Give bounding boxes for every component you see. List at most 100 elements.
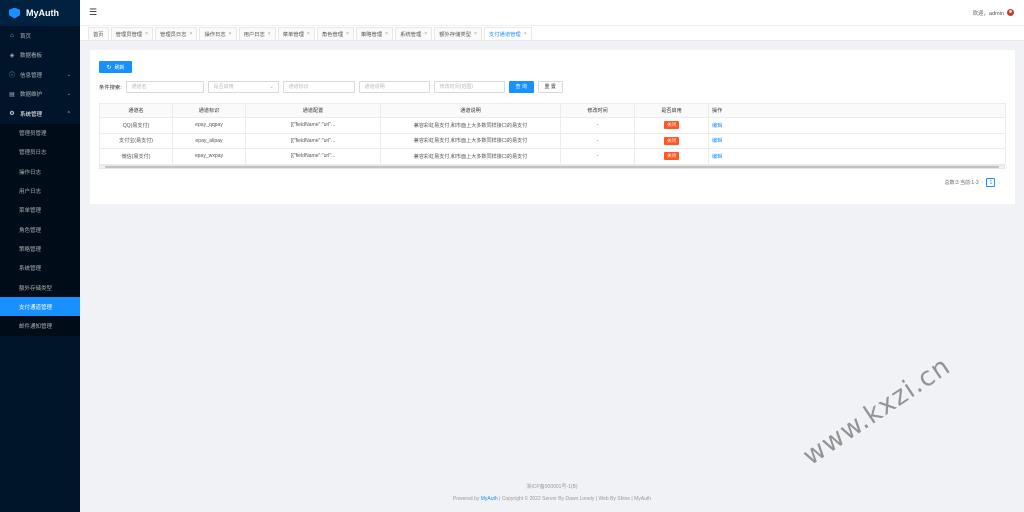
tab-label: 支付通道管理 [488,32,521,38]
column-header[interactable]: 通道配置 [245,103,381,118]
tab-menu[interactable]: 菜单管理 × [277,27,315,40]
scrollbar-thumb[interactable] [105,166,999,168]
sidebar-subitem-storage[interactable]: 额外存储类型 [0,278,80,297]
user-menu[interactable]: 欢迎，admin [973,9,1014,17]
tab-policy[interactable]: 策略管理 × [355,27,394,40]
close-icon[interactable]: × [424,31,427,37]
tab-label: 用户日志 [243,32,265,38]
tab-storage[interactable]: 额外存储类型 × [434,27,482,40]
column-header[interactable]: 通道标识 [172,103,246,118]
tab-label: 菜单管理 [282,32,304,38]
filter-label: 条件搜索: [99,84,122,91]
sidebar-item-data[interactable]: ▤ 数据维护 ⌄ [0,85,80,105]
enabled-select[interactable]: 是否启用 ⌄ [207,80,279,93]
status-toggle[interactable]: 关闭 [664,136,679,145]
sidebar-item-info[interactable]: ⓘ 信息管理 ⌄ [0,65,80,85]
home-icon: ⌂ [10,32,14,39]
sidebar-subitem-user-log[interactable]: 用户日志 [0,181,80,200]
channel-desc-input[interactable]: 通道说明 [358,80,430,93]
tab-system[interactable]: 系统管理 × [395,27,433,40]
tab-operation-log[interactable]: 操作日志 × [199,27,237,40]
cell-desc: 兼容彩虹易支付,和市面上大多数同样接口的易支付 [380,117,561,134]
table-horizontal-scrollbar[interactable] [99,165,1005,169]
tab-bar: 首页 管理员管理 × 管理员日志 × 操作日志 × 用户日志 × 菜单管理 × 角色管理 ×… [80,26,1024,41]
edit-link[interactable]: 编辑 [712,154,722,160]
tab-role[interactable]: 角色管理 × [316,27,354,40]
powered-suffix: | Copyright © 2022 Server By Dawn.Lonely… [497,496,652,502]
column-header[interactable]: 是否启用 [634,103,709,118]
tab-payment[interactable]: 支付通道管理 × [483,27,532,40]
pagination-summary: 总数:3 当前:1-3 [944,180,979,186]
sidebar-item-home[interactable]: ⌂ 首页 [0,26,80,46]
close-icon[interactable]: × [190,31,193,37]
sidebar-menu: ⌂ 首页 ◈ 数据看板 ⓘ 信息管理 ⌄ ▤ 数据维护 ⌄ ⚙ 系统管理 ⌃ [0,26,80,124]
sidebar-subitem-policy[interactable]: 策略管理 [0,239,80,258]
next-page-icon[interactable]: › [998,180,1000,186]
cell-config: [{"fieldName":"url"... [245,148,381,165]
sidebar-subitem-system[interactable]: 系统管理 [0,259,80,278]
time-range-input[interactable]: 修改时间(范围) [433,80,505,93]
icp-link[interactable]: 浙ICP备000001号-1(B) [80,481,1024,493]
refresh-button[interactable]: ↻ 刷新 [99,61,132,73]
page-number-button[interactable]: 1 [986,178,996,187]
chevron-down-icon: ⌄ [66,71,71,78]
column-header[interactable]: 通道名 [99,103,173,118]
close-icon[interactable]: × [307,31,310,37]
filter-bar: 条件搜索: 通道名 是否启用 ⌄ 通道标识 通道说明 修改时间(范围) 查 询 重… [99,80,563,93]
chevron-up-icon: ⌃ [66,110,71,117]
tab-user-log[interactable]: 用户日志 × [238,27,276,40]
avatar[interactable] [1007,9,1014,16]
sidebar-subitem-menu[interactable]: 菜单管理 [0,201,80,220]
close-icon[interactable]: × [145,31,148,37]
close-icon[interactable]: × [229,31,232,37]
column-header[interactable]: 通道说明 [380,103,561,118]
search-button[interactable]: 查 询 [508,80,534,93]
tab-label: 额外存储类型 [439,32,471,38]
close-icon[interactable]: × [346,31,349,37]
close-icon[interactable]: × [474,31,477,37]
close-icon[interactable]: × [385,31,388,37]
sidebar-item-system[interactable]: ⚙ 系统管理 ⌃ [0,104,80,124]
watermark: www.kxzi.cn [797,351,957,472]
sidebar: MyAuth ⌂ 首页 ◈ 数据看板 ⓘ 信息管理 ⌄ ▤ 数据维护 ⌄ ⚙ 系统管理 ⌃ 管理… [0,0,80,512]
column-header[interactable]: 修改时间 [560,103,635,118]
sidebar-item-label: 系统管理 [20,111,43,118]
cell-id: epay_alipay [172,132,246,149]
tab-label: 操作日志 [204,32,226,38]
sidebar-item-dashboard[interactable]: ◈ 数据看板 [0,46,80,66]
powered-prefix: Powered by [452,496,481,502]
tab-label: 系统管理 [400,32,422,38]
close-icon[interactable]: × [524,31,527,37]
sidebar-subitem-admin[interactable]: 管理员管理 [0,124,80,143]
reset-button[interactable]: 重 置 [537,80,563,93]
column-header[interactable]: 操作 [708,103,1006,118]
cell-id: epay_qqpay [172,117,246,134]
cell-name: 支付宝(易支付) [99,132,173,149]
cell-status: 关闭 [634,132,709,149]
close-icon[interactable]: × [268,31,271,37]
tab-label: 首页 [93,32,104,38]
sidebar-subitem-admin-log[interactable]: 管理员日志 [0,143,80,162]
menu-fold-icon[interactable]: ☰ [89,7,97,18]
sidebar-subitem-payment[interactable]: 支付通道管理 [0,297,80,317]
edit-link[interactable]: 编辑 [712,123,722,129]
sidebar-subitem-operation-log[interactable]: 操作日志 [0,162,80,181]
tab-home[interactable]: 首页 [88,27,109,40]
status-toggle[interactable]: 关闭 [664,152,679,161]
tab-label: 管理员管理 [115,32,143,38]
app-logo[interactable]: MyAuth [0,0,80,26]
status-toggle[interactable]: 关闭 [664,121,679,130]
tab-admin[interactable]: 管理员管理 × [110,27,154,40]
channel-id-input[interactable]: 通道标识 [282,80,355,93]
table-row: QQ(易支付) epay_qqpay [{"fieldName":"url"..… [99,117,1006,134]
sidebar-item-label: 首页 [20,33,32,40]
brand-link[interactable]: MyAuth [481,496,498,502]
placeholder: 修改时间(范围) [439,84,474,90]
channel-name-input[interactable]: 通道名 [125,80,204,93]
edit-link[interactable]: 编辑 [712,138,722,144]
sidebar-subitem-mail[interactable]: 邮件通知管理 [0,316,80,335]
tab-admin-log[interactable]: 管理员日志 × [155,27,198,40]
dashboard-icon: ◈ [9,52,15,59]
prev-page-icon[interactable]: ‹ [982,180,984,186]
sidebar-subitem-role[interactable]: 角色管理 [0,220,80,239]
